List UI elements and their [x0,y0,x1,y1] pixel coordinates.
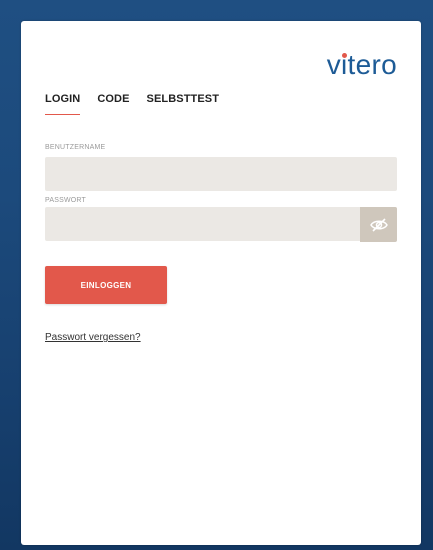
login-button[interactable]: EINLOGGEN [45,266,167,304]
password-visibility-toggle[interactable] [360,207,397,242]
logo-i: i [341,49,348,80]
login-card: v itero LOGIN CODE SELBSTTEST BENUTZERNAM… [21,21,421,545]
tab-selbsttest[interactable]: SELBSTTEST [147,93,220,115]
logo-text-start: v [326,49,342,80]
tab-login[interactable]: LOGIN [45,93,81,115]
password-label: PASSWORT [45,197,87,204]
eye-slash-icon [369,217,388,232]
vitero-logo: v itero [327,51,397,79]
username-input[interactable] [45,157,397,191]
logo-text-end: tero [347,49,397,80]
tab-code[interactable]: CODE [97,93,129,115]
username-label: BENUTZERNAME [45,144,106,151]
password-input[interactable] [45,207,397,241]
forgot-password-link[interactable]: Passwort vergessen? [45,332,141,343]
tab-bar: LOGIN CODE SELBSTTEST [45,93,236,115]
